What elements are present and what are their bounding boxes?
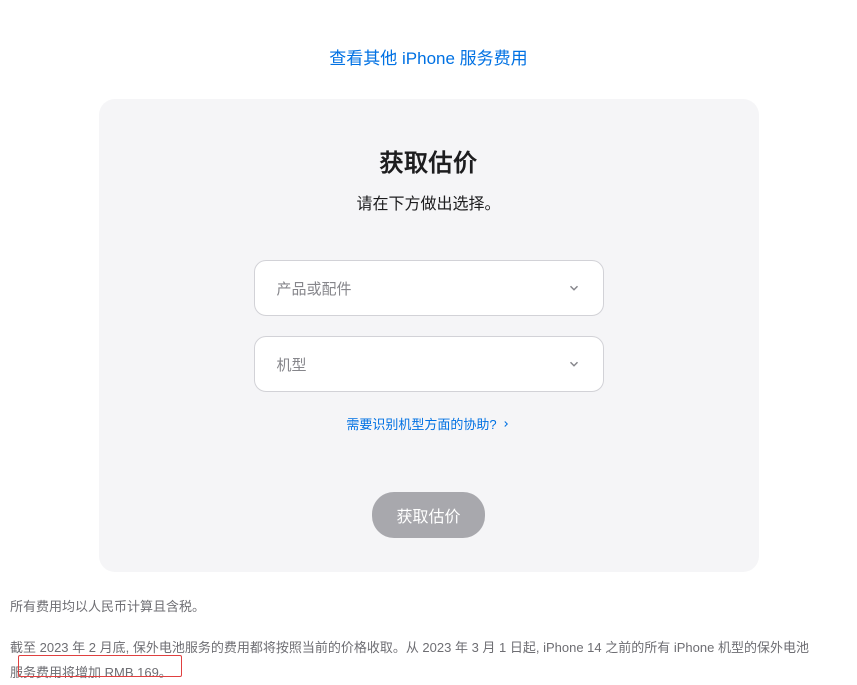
other-service-fees-link[interactable]: 查看其他 iPhone 服务费用	[0, 0, 857, 99]
get-estimate-button[interactable]: 获取估价	[372, 492, 484, 538]
chevron-down-icon	[567, 357, 581, 371]
footer-price-change-note: 截至 2023 年 2 月底, 保外电池服务的费用都将按照当前的价格收取。从 2…	[10, 636, 810, 685]
card-title: 获取估价	[139, 143, 719, 178]
model-select-placeholder: 机型	[277, 354, 567, 375]
model-select[interactable]: 机型	[254, 336, 604, 392]
card-subtitle: 请在下方做出选择。	[139, 190, 719, 214]
product-select-placeholder: 产品或配件	[277, 278, 567, 299]
footer-tax-note: 所有费用均以人民币计算且含税。	[10, 596, 810, 618]
chevron-down-icon	[567, 281, 581, 295]
footer: 所有费用均以人民币计算且含税。 截至 2023 年 2 月底, 保外电池服务的费…	[0, 572, 820, 685]
help-link-text: 需要识别机型方面的协助?	[346, 414, 496, 433]
product-select[interactable]: 产品或配件	[254, 260, 604, 316]
chevron-right-icon	[501, 419, 511, 429]
estimate-card: 获取估价 请在下方做出选择。 产品或配件 机型 需要识别机型方面的协助? 获取估…	[99, 99, 759, 572]
identify-model-help-link[interactable]: 需要识别机型方面的协助?	[346, 414, 510, 433]
